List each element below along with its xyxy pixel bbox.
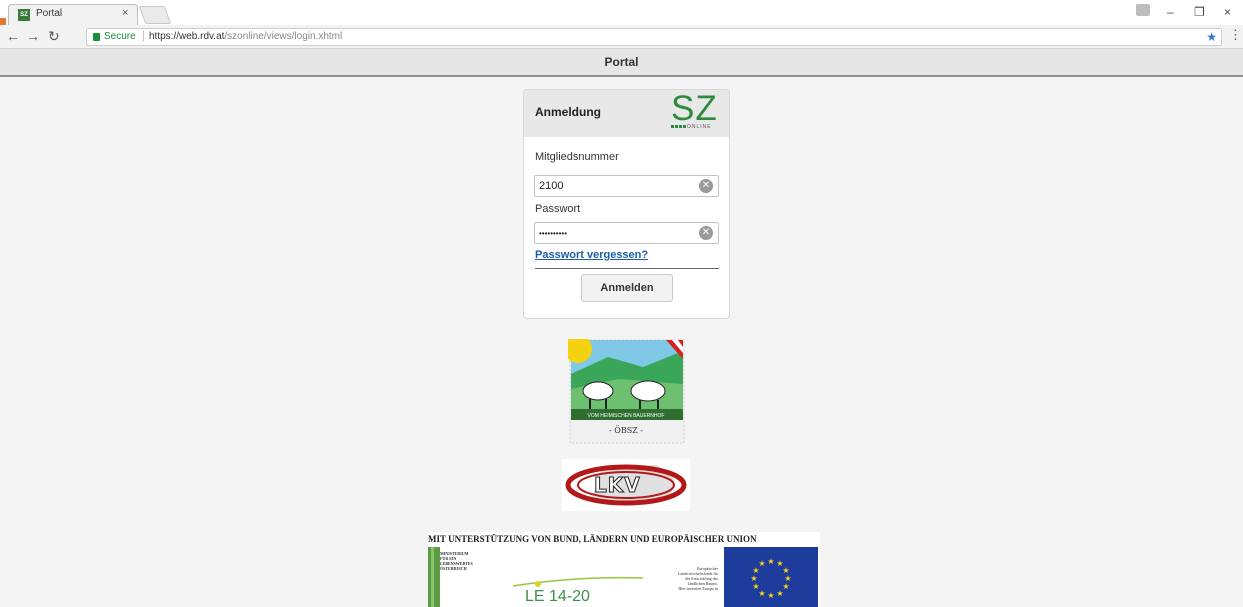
- url-text: https://web.rdv.at/szonline/views/login.…: [149, 31, 342, 42]
- back-arrow-icon[interactable]: ←: [6, 28, 20, 44]
- secure-label: Secure: [104, 31, 136, 42]
- member-number-label: Mitgliedsnummer: [535, 151, 619, 163]
- oebsz-caption: VOM HEIMISCHEN BAUERNHOF: [571, 413, 681, 419]
- login-title: Anmeldung: [535, 105, 601, 119]
- sz-logo-subtext: ONLINE: [671, 124, 712, 130]
- new-tab-button[interactable]: [138, 6, 172, 24]
- url-path: /szonline/views/login.xhtml: [224, 31, 343, 42]
- url-separator: |: [142, 30, 145, 42]
- eafrd-text: Europäischer Landwirtschaftsfonds für di…: [656, 566, 718, 591]
- password-value: ••••••••••: [539, 229, 568, 238]
- browser-toolbar: ← → ↻ Secure | https://web.rdv.at/szonli…: [0, 25, 1243, 49]
- svg-text:★: ★: [767, 591, 774, 600]
- sz-favicon-icon: SZ: [18, 9, 30, 21]
- svg-text:★: ★: [758, 559, 765, 568]
- svg-text:★: ★: [776, 589, 783, 598]
- eu-support-title: MIT UNTERSTÜTZUNG VON BUND, LÄNDERN UND …: [428, 534, 757, 544]
- minimize-button[interactable]: –: [1167, 5, 1174, 19]
- login-panel-header: Anmeldung SZ ONLINE: [524, 89, 729, 137]
- tab-title: Portal: [36, 8, 63, 19]
- ministry-logo: MINISTERIUM FÜR EIN LEBENSWERTES ÖSTERRE…: [440, 551, 473, 571]
- sz-logo-letters: SZ: [671, 89, 718, 128]
- browser-tab[interactable]: SZ Portal ×: [8, 4, 138, 25]
- member-number-value: 2100: [539, 180, 564, 192]
- page-title: Portal: [604, 55, 639, 69]
- svg-text:★: ★: [752, 582, 759, 591]
- lkv-text: LKV: [594, 473, 641, 498]
- oebsz-logo: VOM HEIMISCHEN BAUERNHOF - ÖBSZ -: [564, 335, 686, 444]
- browser-tabbar: SZ Portal × – ❐ ×: [0, 0, 1243, 44]
- clear-member-icon[interactable]: ✕: [699, 179, 713, 193]
- forward-arrow-icon[interactable]: →: [26, 28, 40, 44]
- page-header: Portal: [0, 49, 1243, 77]
- eafrd-line: Hier investiert Europa in: [678, 586, 718, 591]
- tab-close-icon[interactable]: ×: [122, 7, 128, 19]
- reload-icon[interactable]: ↻: [48, 28, 60, 45]
- member-number-input[interactable]: 2100 ✕: [534, 175, 719, 197]
- oebsz-name: - ÖBSZ -: [609, 426, 643, 435]
- eu-stars: ★ ★ ★ ★ ★ ★ ★ ★ ★ ★ ★ ★: [750, 557, 791, 600]
- panel-divider: [535, 268, 719, 269]
- grass-image: [428, 547, 440, 607]
- sz-logo-subtext-label: ONLINE: [687, 124, 712, 130]
- forgot-password-link[interactable]: Passwort vergessen?: [535, 249, 648, 261]
- address-bar[interactable]: Secure | https://web.rdv.at/szonline/vie…: [86, 28, 1222, 46]
- browser-menu-icon[interactable]: ⋮: [1229, 27, 1242, 43]
- eu-flag-icon: ★ ★ ★ ★ ★ ★ ★ ★ ★ ★ ★ ★: [724, 547, 818, 607]
- lock-icon: [93, 33, 100, 41]
- lkv-logo: LKV: [562, 459, 690, 511]
- sz-online-logo: SZ ONLINE: [671, 89, 721, 133]
- login-panel: Anmeldung SZ ONLINE Mitgliedsnummer 2100…: [523, 89, 730, 319]
- profile-icon[interactable]: [1136, 4, 1150, 16]
- bookmark-star-icon[interactable]: ★: [1206, 30, 1217, 44]
- eu-support-banner: MIT UNTERSTÜTZUNG VON BUND, LÄNDERN UND …: [428, 532, 820, 607]
- login-button[interactable]: Anmelden: [581, 274, 673, 302]
- svg-text:★: ★: [750, 574, 757, 583]
- svg-text:★: ★: [767, 557, 774, 566]
- close-window-button[interactable]: ×: [1224, 5, 1231, 19]
- password-label: Passwort: [535, 203, 581, 215]
- password-input[interactable]: •••••••••• ✕: [534, 222, 719, 244]
- ministry-line: ÖSTERREICH: [440, 566, 467, 571]
- url-host: https://web.rdv.at: [149, 31, 225, 42]
- clear-password-icon[interactable]: ✕: [699, 226, 713, 240]
- maximize-button[interactable]: ❐: [1194, 5, 1205, 19]
- le-14-20-logo: LE 14-20: [525, 588, 590, 605]
